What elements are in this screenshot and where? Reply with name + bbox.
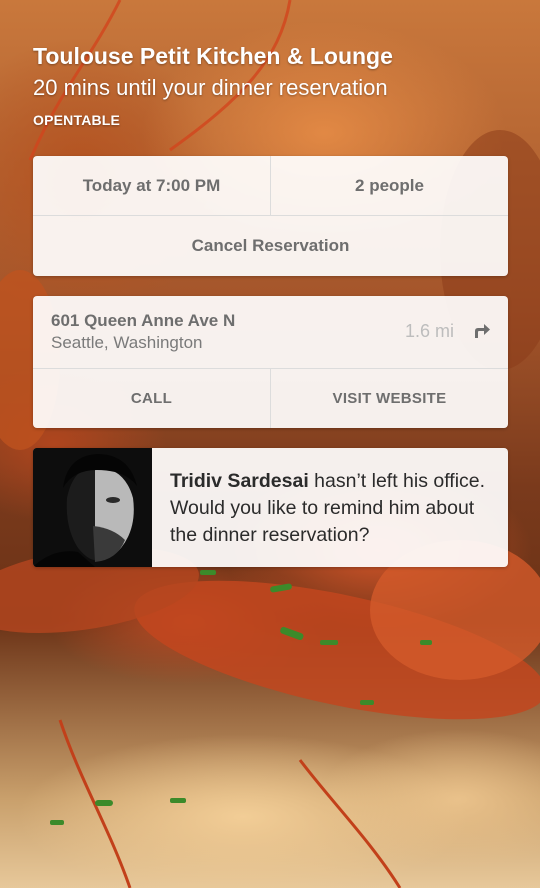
call-button[interactable]: CALL <box>33 369 270 428</box>
directions-arrow-icon[interactable] <box>472 322 492 340</box>
reminder-message: Tridiv Sardesai hasn’t left his office. … <box>152 448 508 567</box>
city-state: Seattle, Washington <box>51 333 203 352</box>
party-size[interactable]: 2 people <box>270 156 508 215</box>
cancel-reservation-button[interactable]: Cancel Reservation <box>33 216 508 276</box>
reservation-countdown: 20 mins until your dinner reservation <box>33 75 388 100</box>
distance-label: 1.6 mi <box>404 321 454 341</box>
notification-header: Toulouse Petit Kitchen & Lounge 20 mins … <box>33 42 520 128</box>
reservation-time[interactable]: Today at 7:00 PM <box>33 156 270 215</box>
reservation-card: Today at 7:00 PM 2 people Cancel Reserva… <box>33 156 508 276</box>
contact-avatar <box>33 448 152 567</box>
reminder-card[interactable]: Tridiv Sardesai hasn’t left his office. … <box>33 448 508 567</box>
restaurant-name: Toulouse Petit Kitchen & Lounge <box>33 43 393 69</box>
street-address: 601 Queen Anne Ave N <box>51 311 236 330</box>
background-photo <box>0 0 540 888</box>
address-row[interactable]: 601 Queen Anne Ave N Seattle, Washington… <box>33 296 508 369</box>
source-label: OPENTABLE <box>33 112 121 128</box>
contact-name: Tridiv Sardesai <box>170 470 309 492</box>
location-card: 601 Queen Anne Ave N Seattle, Washington… <box>33 296 508 428</box>
visit-website-button[interactable]: VISIT WEBSITE <box>270 369 508 428</box>
